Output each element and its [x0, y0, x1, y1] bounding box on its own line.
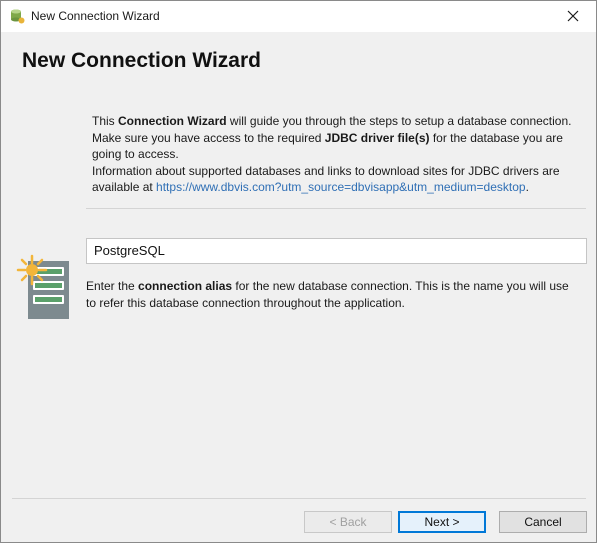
intro-text-part: will guide you through the steps to setu… [226, 114, 572, 128]
wizard-window: New Connection Wizard New Connection Wiz… [0, 0, 597, 543]
title-bar: New Connection Wizard [1, 1, 596, 32]
window-title: New Connection Wizard [31, 9, 160, 23]
connection-alias-input[interactable]: PostgreSQL [86, 238, 587, 264]
intro-text-part: This [92, 114, 119, 128]
back-button[interactable]: < Back [304, 511, 392, 533]
intro-text-part: . [525, 180, 529, 194]
intro-text: This Connection Wizard will guide you th… [92, 113, 578, 196]
cancel-button[interactable]: Cancel [499, 511, 587, 533]
dbvis-website-link[interactable]: https://www.dbvis.com?utm_source=dbvisap… [156, 180, 526, 194]
dbvisualizer-icon [9, 8, 25, 24]
alias-help-part: Enter the [86, 279, 139, 293]
close-button[interactable] [550, 1, 596, 32]
alias-help-emphasis: connection alias [138, 279, 233, 293]
footer-divider [12, 498, 586, 499]
alias-help-text: Enter the connection alias for the new d… [86, 278, 581, 311]
intro-emphasis: Connection Wizard [118, 114, 227, 128]
next-button[interactable]: Next > [398, 511, 486, 533]
page-title: New Connection Wizard [22, 49, 261, 72]
intro-emphasis: JDBC driver file(s) [324, 130, 430, 145]
divider [86, 208, 586, 209]
close-icon [567, 7, 579, 26]
intro-text-part: Make sure you have access to the require… [92, 130, 325, 145]
wizard-content: New Connection Wizard This Connection Wi… [1, 32, 596, 542]
new-database-icon [16, 254, 72, 320]
